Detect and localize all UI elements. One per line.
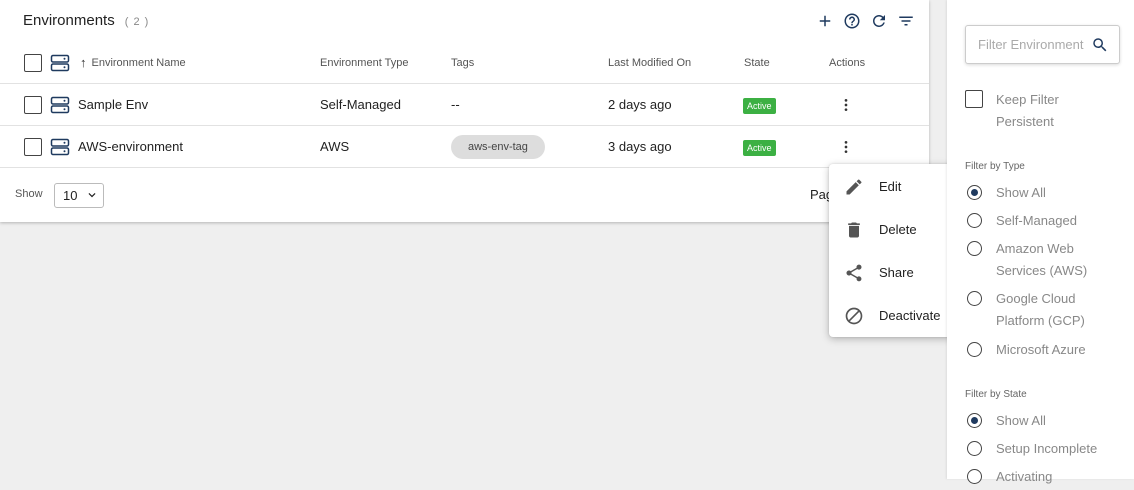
row-select-cell xyxy=(24,84,42,125)
table-header-row: ↑ Environment Name Environment Type Tags… xyxy=(0,42,929,84)
page-size-select[interactable]: 10 xyxy=(54,183,104,208)
radio-label: Self-Managed xyxy=(996,213,1077,228)
radio-state-activating[interactable]: Activating xyxy=(967,466,1121,490)
server-icon xyxy=(50,42,70,83)
radio-label: Show All xyxy=(996,185,1046,200)
column-actions: Actions xyxy=(829,56,866,69)
search-icon[interactable] xyxy=(1091,36,1109,54)
more-vert-icon[interactable] xyxy=(836,137,856,157)
radio-type-gcp[interactable]: Google Cloud Platform (GCP) xyxy=(967,288,1121,339)
block-icon xyxy=(845,307,863,324)
column-environment-name[interactable]: ↑ Environment Name xyxy=(80,42,186,83)
radio-button[interactable] xyxy=(967,213,982,228)
radio-type-azure[interactable]: Microsoft Azure xyxy=(967,339,1121,367)
table-row[interactable]: AWS-environment AWS aws-env-tag 3 days a… xyxy=(0,126,929,168)
menu-item-share[interactable]: Share xyxy=(829,251,953,294)
row-actions-menu: Edit Delete Share Deactivate xyxy=(829,164,953,337)
help-icon[interactable] xyxy=(842,11,861,30)
select-all-cell xyxy=(24,42,42,83)
radio-type-show-all[interactable]: Show All xyxy=(967,182,1121,210)
menu-item-edit[interactable]: Edit xyxy=(829,165,953,208)
column-state: State xyxy=(744,56,770,69)
radio-button[interactable] xyxy=(967,441,982,456)
page-size-value: 10 xyxy=(63,188,78,203)
more-vert-icon[interactable] xyxy=(836,95,856,115)
page-title: Environments xyxy=(23,12,115,29)
menu-item-delete[interactable]: Delete xyxy=(829,208,953,251)
radio-state-setup-incomplete[interactable]: Setup Incomplete xyxy=(967,438,1121,466)
server-icon xyxy=(50,84,70,125)
pencil-icon xyxy=(846,178,862,194)
keep-filter-checkbox[interactable] xyxy=(965,90,983,108)
radio-label: Activating xyxy=(996,469,1053,484)
menu-item-label: Delete xyxy=(879,222,917,237)
state-cell: Active xyxy=(743,126,776,167)
radio-button[interactable] xyxy=(967,342,982,357)
keep-filter-option[interactable]: Keep Filter Persistent xyxy=(965,90,1116,133)
menu-item-label: Edit xyxy=(879,179,902,194)
server-icon xyxy=(50,126,70,167)
plus-icon[interactable] xyxy=(815,11,834,30)
filter-search-input[interactable] xyxy=(978,37,1092,52)
select-all-checkbox[interactable] xyxy=(24,53,42,72)
menu-item-deactivate[interactable]: Deactivate xyxy=(829,294,953,337)
radio-label: Show All xyxy=(996,413,1046,428)
actions-cell xyxy=(836,84,856,125)
show-label: Show xyxy=(15,188,43,200)
filter-by-state-heading: Filter by State xyxy=(965,389,1027,400)
filter-search-box xyxy=(965,25,1120,64)
environment-name[interactable]: AWS-environment xyxy=(78,126,183,167)
filter-by-type-heading: Filter by Type xyxy=(965,161,1025,172)
column-environment-type: Environment Type xyxy=(320,56,409,69)
keep-filter-label: Keep Filter Persistent xyxy=(996,92,1059,129)
chevron-down-icon xyxy=(88,193,96,198)
environment-type: Self-Managed xyxy=(320,97,401,112)
radio-button[interactable] xyxy=(967,469,982,484)
row-checkbox[interactable] xyxy=(24,137,42,156)
environments-card: Environments ( 2 ) ↑ Environment Name En… xyxy=(0,0,929,222)
environment-name[interactable]: Sample Env xyxy=(78,84,148,125)
menu-item-label: Deactivate xyxy=(879,308,941,323)
column-label: Environment Name xyxy=(91,56,186,69)
row-select-cell xyxy=(24,126,42,167)
menu-item-label: Share xyxy=(879,265,914,280)
share-icon xyxy=(846,264,862,281)
card-header: Environments ( 2 ) xyxy=(23,12,149,32)
environment-count: ( 2 ) xyxy=(124,16,150,28)
filter-sidebar: Keep Filter Persistent Filter by Type Sh… xyxy=(947,0,1134,484)
state-radio-group: Show All Setup Incomplete Activating xyxy=(967,410,1121,490)
radio-button[interactable] xyxy=(967,291,982,306)
radio-label: Microsoft Azure xyxy=(996,342,1086,357)
radio-button[interactable] xyxy=(967,241,982,256)
actions-cell xyxy=(836,126,856,167)
radio-state-show-all[interactable]: Show All xyxy=(967,410,1121,438)
row-checkbox[interactable] xyxy=(24,95,42,114)
radio-label: Google Cloud Platform (GCP) xyxy=(996,291,1085,328)
radio-type-aws[interactable]: Amazon Web Services (AWS) xyxy=(967,238,1121,288)
radio-button[interactable] xyxy=(967,185,982,200)
environment-tags: -- xyxy=(451,97,460,112)
type-radio-group: Show All Self-Managed Amazon Web Service… xyxy=(967,182,1121,367)
last-modified: 2 days ago xyxy=(608,97,672,112)
environment-type: AWS xyxy=(320,139,350,154)
status-badge: Active xyxy=(743,140,776,156)
trash-icon xyxy=(848,222,860,237)
radio-label: Amazon Web Services (AWS) xyxy=(996,241,1088,278)
environment-tags: aws-env-tag xyxy=(451,126,545,167)
radio-type-self-managed[interactable]: Self-Managed xyxy=(967,210,1121,238)
column-last-modified: Last Modified On xyxy=(608,56,692,69)
environments-table: ↑ Environment Name Environment Type Tags… xyxy=(0,42,929,168)
radio-button[interactable] xyxy=(967,413,982,428)
status-badge: Active xyxy=(743,98,776,114)
table-row[interactable]: Sample Env Self-Managed -- 2 days ago Ac… xyxy=(0,84,929,126)
toolbar xyxy=(815,11,915,30)
tag-chip[interactable]: aws-env-tag xyxy=(451,134,545,159)
column-tags: Tags xyxy=(451,56,475,69)
radio-label: Setup Incomplete xyxy=(996,441,1098,456)
sort-arrow-up-icon[interactable]: ↑ xyxy=(80,55,87,70)
filter-icon[interactable] xyxy=(896,11,915,30)
last-modified: 3 days ago xyxy=(608,139,672,154)
state-cell: Active xyxy=(743,84,776,125)
refresh-icon[interactable] xyxy=(869,11,888,30)
